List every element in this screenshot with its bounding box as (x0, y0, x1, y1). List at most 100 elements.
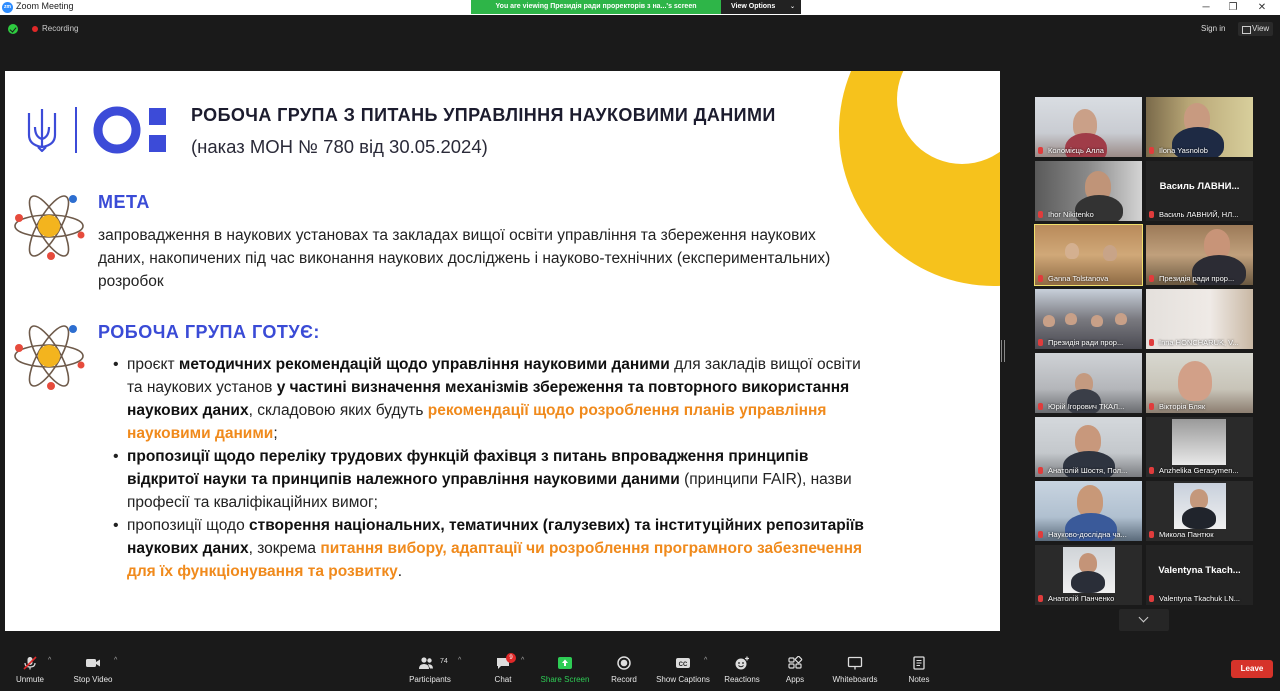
zoom-window: zm Zoom Meeting ─ ❐ ✕ You are viewing Пр… (0, 0, 1280, 691)
view-options-label: View Options (731, 3, 776, 10)
bullet-text: пропозиції щодо (127, 517, 250, 534)
participant-tile[interactable]: Коломієць Алла (1035, 97, 1142, 157)
audio-options-button[interactable]: ^ (46, 648, 58, 691)
video-camera-icon (86, 659, 100, 667)
participant-tile[interactable]: Президія ради прор... (1035, 289, 1142, 349)
window-title: Zoom Meeting (16, 1, 74, 11)
participant-tile[interactable]: Науково-дослідна ча... (1035, 481, 1142, 541)
whiteboard-icon (847, 656, 863, 670)
participant-tile[interactable]: Президія ради прор... (1146, 225, 1253, 285)
participant-name: Анатолій Шостя, Пол... (1037, 466, 1140, 476)
stop-video-button[interactable]: Stop Video (70, 648, 116, 691)
encryption-shield-icon[interactable] (8, 24, 18, 34)
apps-button[interactable]: Apps (780, 648, 810, 691)
recording-label[interactable]: Recording (42, 24, 78, 33)
goal-text: запровадження в наукових установах та за… (98, 227, 831, 290)
share-screen-button[interactable]: Share Screen (538, 648, 592, 691)
minimize-button[interactable]: ─ (1196, 1, 1216, 14)
atom-icon (14, 325, 85, 390)
open-science-logo-icon (93, 106, 166, 154)
goal-heading: МЕТА (98, 192, 150, 212)
reactions-button[interactable]: Reactions (722, 648, 762, 691)
participants-button[interactable]: 74 Participants (404, 648, 456, 691)
record-button[interactable]: Record (606, 648, 642, 691)
view-button[interactable]: View (1238, 22, 1274, 36)
participant-tile[interactable]: Василь ЛАВНИ... Василь ЛАВНИЙ, НЛ... (1146, 161, 1253, 221)
participant-tile[interactable]: Анатолій Панченко (1035, 545, 1142, 605)
share-screen-label: Share Screen (540, 675, 590, 684)
zoom-logo-icon: zm (2, 2, 13, 13)
shared-slide: РОБОЧА ГРУПА З ПИТАНЬ УПРАВЛІННЯ НАУКОВИ… (5, 71, 1000, 631)
notes-button[interactable]: Notes (904, 648, 934, 691)
participant-tile[interactable]: Ilona Yasnolob (1146, 97, 1253, 157)
chevron-up-icon: ^ (521, 657, 525, 664)
participant-tile[interactable]: Inna HONCHARUK, V... (1146, 289, 1253, 349)
participants-options-button[interactable]: ^ (456, 648, 468, 691)
whiteboards-button[interactable]: Whiteboards (828, 648, 882, 691)
participant-name: Ilona Yasnolob (1148, 146, 1251, 156)
participant-video (1178, 361, 1212, 401)
participant-tile[interactable]: Valentyna Tkach... Valentyna Tkachuk LN.… (1146, 545, 1253, 605)
chat-options-button[interactable]: ^ (519, 648, 531, 691)
video-options-button[interactable]: ^ (112, 648, 124, 691)
close-button[interactable]: ✕ (1252, 1, 1272, 14)
svg-text:CC: CC (679, 662, 688, 668)
chat-button[interactable]: 9 Chat (486, 648, 520, 691)
participant-tile[interactable]: Ihor Nikitenko (1035, 161, 1142, 221)
participant-name: Президія ради прор... (1148, 274, 1251, 284)
participant-name-display: Василь ЛАВНИ... (1159, 181, 1240, 192)
participants-count: 74 (440, 658, 448, 665)
chevron-up-icon: ^ (458, 657, 462, 664)
participant-name: Президія ради прор... (1037, 338, 1140, 348)
participant-video (1091, 315, 1103, 327)
participant-tile[interactable]: Anzhelika Gerasymen... (1146, 417, 1253, 477)
bullet-text: ; (273, 425, 278, 442)
decorative-circle (839, 71, 1000, 286)
participants-label: Participants (409, 675, 451, 684)
bullet-text: проєкт (127, 356, 179, 373)
participant-name: Науково-дослідна ча... (1037, 530, 1140, 540)
participant-video (1182, 507, 1216, 529)
split-drag-handle[interactable] (1001, 340, 1005, 362)
unmute-label: Unmute (15, 675, 44, 684)
closed-captions-icon: CC (676, 658, 690, 668)
participant-name-display: Valentyna Tkach... (1158, 565, 1241, 576)
participant-tile[interactable]: Вікторія Бляк (1146, 353, 1253, 413)
participants-icon (419, 657, 433, 669)
muted-microphone-icon (23, 656, 37, 670)
stop-video-label: Stop Video (73, 675, 113, 684)
leave-button[interactable]: Leave (1231, 660, 1273, 678)
reactions-label: Reactions (724, 675, 760, 684)
bullet-text: , складовою яких будуть (248, 402, 428, 419)
participant-name: Юрій Ігорович ТКАЛ... (1037, 402, 1140, 412)
list-item: пропозиції щодо переліку трудових функці… (109, 445, 869, 514)
apps-icon (788, 656, 803, 669)
bullet-text: , зокрема (248, 540, 321, 557)
participant-tile[interactable]: Юрій Ігорович ТКАЛ... (1035, 353, 1142, 413)
maximize-button[interactable]: ❐ (1223, 1, 1243, 14)
participant-name: Василь ЛАВНИЙ, НЛ... (1148, 210, 1251, 220)
view-options-button[interactable]: View Options ⌄ (721, 0, 801, 14)
slide-title: РОБОЧА ГРУПА З ПИТАНЬ УПРАВЛІННЯ НАУКОВИ… (191, 105, 776, 125)
participant-tile[interactable]: Микола Пантюк (1146, 481, 1253, 541)
chat-unread-badge: 9 (506, 653, 516, 663)
participant-tile-active-speaker[interactable]: Ganna Tolstanova (1034, 224, 1143, 286)
chevron-up-icon: ^ (704, 657, 708, 664)
chat-label: Chat (494, 675, 512, 684)
unmute-button[interactable]: Unmute (10, 648, 50, 691)
sign-in-button[interactable]: Sign in (1197, 22, 1229, 36)
chevron-up-icon: ^ (114, 657, 118, 664)
notes-label: Notes (908, 675, 930, 684)
captions-options-button[interactable]: ^ (702, 648, 714, 691)
status-row: Recording Sign in View (0, 15, 1280, 41)
whiteboards-label: Whiteboards (832, 675, 878, 684)
trident-emblem-icon (27, 109, 57, 153)
gallery-collapse-button[interactable] (1119, 609, 1169, 631)
participant-tile[interactable]: Анатолій Шостя, Пол... (1035, 417, 1142, 477)
participant-video (1079, 553, 1097, 573)
slide-subtitle: (наказ МОН № 780 від 30.05.2024) (191, 136, 488, 157)
prepares-list: проєкт методичних рекомендацій щодо упра… (109, 353, 869, 583)
participant-name: Вікторія Бляк (1148, 402, 1251, 412)
chevron-up-icon: ^ (48, 657, 52, 664)
chevron-down-icon: ⌄ (789, 4, 795, 10)
